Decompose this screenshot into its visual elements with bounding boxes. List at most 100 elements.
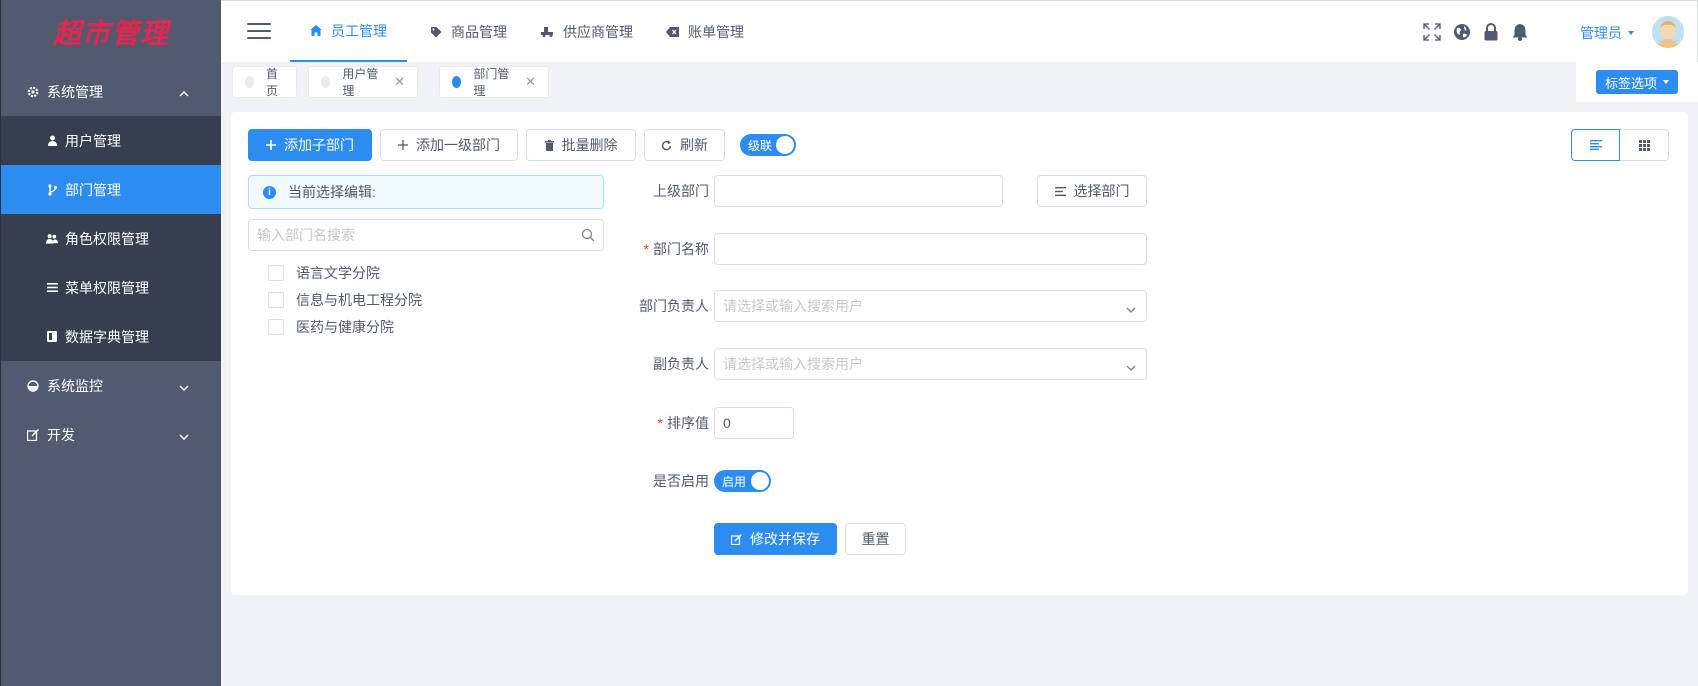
chevron-down-icon bbox=[1126, 300, 1136, 316]
dept-search-input[interactable]: 输入部门名搜索 bbox=[248, 219, 604, 251]
bell-icon[interactable] bbox=[1510, 22, 1530, 42]
sidebar-item-departments[interactable]: 部门管理 bbox=[1, 165, 221, 214]
switch-label: 级联 bbox=[748, 138, 773, 153]
sidebar-item-label: 部门管理 bbox=[65, 181, 121, 198]
sort-label: * 排序值 bbox=[657, 415, 709, 431]
input-value: 0 bbox=[723, 415, 731, 431]
list-view-icon[interactable] bbox=[1571, 129, 1620, 161]
batch-delete-button[interactable]: 批量删除 bbox=[526, 129, 636, 161]
tag-label: 用户管理 bbox=[342, 67, 379, 98]
sidebar-item-label: 数据字典管理 bbox=[65, 328, 149, 345]
user-menu[interactable]: 管理员 bbox=[1580, 23, 1634, 43]
dept-name-input[interactable] bbox=[714, 233, 1147, 265]
gear-icon bbox=[27, 86, 39, 98]
grid-view-icon[interactable] bbox=[1620, 129, 1669, 161]
fullscreen-icon[interactable] bbox=[1422, 22, 1442, 42]
tree-node-label[interactable]: 医药与健康分院 bbox=[296, 317, 394, 337]
tab-label: 员工管理 bbox=[331, 22, 387, 39]
tree-checkbox[interactable] bbox=[268, 292, 284, 308]
tree-checkbox[interactable] bbox=[268, 265, 284, 281]
tab-label: 商品管理 bbox=[451, 23, 507, 40]
tag-label: 首页 bbox=[266, 67, 279, 98]
button-label: 选择部门 bbox=[1073, 183, 1130, 199]
cascade-switch[interactable]: 级联 bbox=[740, 134, 796, 156]
switch-label: 启用 bbox=[722, 474, 747, 489]
globe-icon[interactable] bbox=[1452, 22, 1472, 42]
deputy-label: 副负责人 bbox=[653, 356, 709, 372]
alert-text: 当前选择编辑: bbox=[288, 184, 376, 200]
monitor-icon bbox=[27, 379, 39, 392]
search-icon[interactable] bbox=[581, 228, 595, 245]
home-icon bbox=[310, 25, 322, 36]
tag-dot bbox=[245, 76, 254, 88]
button-label: 修改并保存 bbox=[750, 531, 820, 547]
select-placeholder: 请选择或输入搜索用户 bbox=[723, 356, 863, 372]
search-placeholder: 输入部门名搜索 bbox=[257, 227, 355, 243]
switch-knob bbox=[776, 136, 794, 154]
button-label: 添加一级部门 bbox=[416, 137, 500, 153]
sidebar: 超市管理 系统管理 用户管理 部门管理 角色权限管理 菜单权限管理 数据字典管理… bbox=[0, 0, 221, 686]
tab-staff[interactable]: 员工管理 bbox=[290, 1, 407, 62]
button-label: 添加子部门 bbox=[284, 137, 354, 153]
refresh-button[interactable]: 刷新 bbox=[644, 129, 725, 161]
tab-goods[interactable]: 商品管理 bbox=[410, 1, 527, 62]
parent-dept-label: 上级部门 bbox=[653, 183, 709, 199]
sidebar-item-roles[interactable]: 角色权限管理 bbox=[1, 214, 221, 263]
logo-text: 超市管理 bbox=[52, 17, 169, 50]
sort-input[interactable]: 0 bbox=[714, 407, 794, 439]
tree-node[interactable]: 语言文学分院 bbox=[268, 263, 380, 283]
close-icon[interactable]: ✕ bbox=[394, 74, 405, 90]
close-icon[interactable]: ✕ bbox=[525, 74, 536, 90]
tree-node-label[interactable]: 语言文学分院 bbox=[296, 263, 380, 283]
plus-icon bbox=[398, 140, 408, 150]
enabled-switch[interactable]: 启用 bbox=[714, 470, 771, 492]
button-label: 批量删除 bbox=[561, 137, 618, 153]
bill-icon bbox=[666, 26, 679, 37]
sidebar-item-label: 角色权限管理 bbox=[65, 230, 149, 247]
caret-down-icon bbox=[1628, 31, 1634, 35]
tab-suppliers[interactable]: 供应商管理 bbox=[521, 1, 653, 62]
tag-home[interactable]: 首页 bbox=[232, 66, 297, 98]
code-icon bbox=[27, 428, 39, 441]
current-selection-alert: i 当前选择编辑: bbox=[248, 175, 604, 209]
logo[interactable]: 超市管理 bbox=[1, 0, 221, 64]
leader-select[interactable]: 请选择或输入搜索用户 bbox=[714, 290, 1147, 322]
tree-checkbox[interactable] bbox=[268, 319, 284, 335]
avatar[interactable] bbox=[1652, 16, 1684, 48]
tag-users[interactable]: 用户管理 ✕ bbox=[308, 66, 418, 98]
sidebar-item-users[interactable]: 用户管理 bbox=[1, 116, 221, 165]
hamburger-menu-icon[interactable] bbox=[247, 23, 271, 41]
view-toggle bbox=[1571, 129, 1669, 161]
save-button[interactable]: 修改并保存 bbox=[714, 523, 837, 555]
add-child-dept-button[interactable]: 添加子部门 bbox=[248, 129, 372, 161]
menu-group-system[interactable]: 系统管理 bbox=[1, 67, 221, 116]
tag-options-label: 标签选项 bbox=[1604, 75, 1657, 91]
sidebar-item-menus[interactable]: 菜单权限管理 bbox=[1, 263, 221, 312]
menu-group-dev[interactable]: 开发 bbox=[1, 410, 221, 459]
menu-group-label: 系统监控 bbox=[47, 377, 103, 394]
reset-button[interactable]: 重置 bbox=[845, 523, 906, 555]
tree-node[interactable]: 信息与机电工程分院 bbox=[268, 290, 422, 310]
tag-label: 部门管理 bbox=[473, 67, 510, 98]
deputy-select[interactable]: 请选择或输入搜索用户 bbox=[714, 348, 1147, 380]
select-dept-button[interactable]: 选择部门 bbox=[1037, 175, 1147, 207]
tag-options: 标签选项 bbox=[1576, 62, 1698, 102]
button-label: 重置 bbox=[861, 531, 890, 547]
tag-departments[interactable]: 部门管理 ✕ bbox=[439, 66, 549, 98]
caret-down-icon bbox=[1663, 80, 1669, 84]
tag-options-button[interactable]: 标签选项 bbox=[1595, 70, 1678, 94]
tree-node-label[interactable]: 信息与机电工程分院 bbox=[296, 290, 422, 310]
tab-bills[interactable]: 账单管理 bbox=[646, 1, 764, 62]
enabled-label: 是否启用 bbox=[653, 473, 709, 489]
parent-dept-input[interactable] bbox=[714, 175, 1003, 207]
tag-icon bbox=[430, 26, 442, 38]
tag-bar: 首页 用户管理 ✕ 部门管理 ✕ 标签选项 bbox=[221, 62, 1698, 102]
menu-group-monitor[interactable]: 系统监控 bbox=[1, 361, 221, 410]
sidebar-item-dictionary[interactable]: 数据字典管理 bbox=[1, 312, 221, 361]
lock-icon[interactable] bbox=[1481, 22, 1501, 42]
add-top-dept-button[interactable]: 添加一级部门 bbox=[380, 129, 518, 161]
branch-icon bbox=[46, 183, 58, 196]
tree-node[interactable]: 医药与健康分院 bbox=[268, 317, 394, 337]
info-icon: i bbox=[263, 185, 276, 199]
menu-group-label: 开发 bbox=[47, 426, 75, 443]
